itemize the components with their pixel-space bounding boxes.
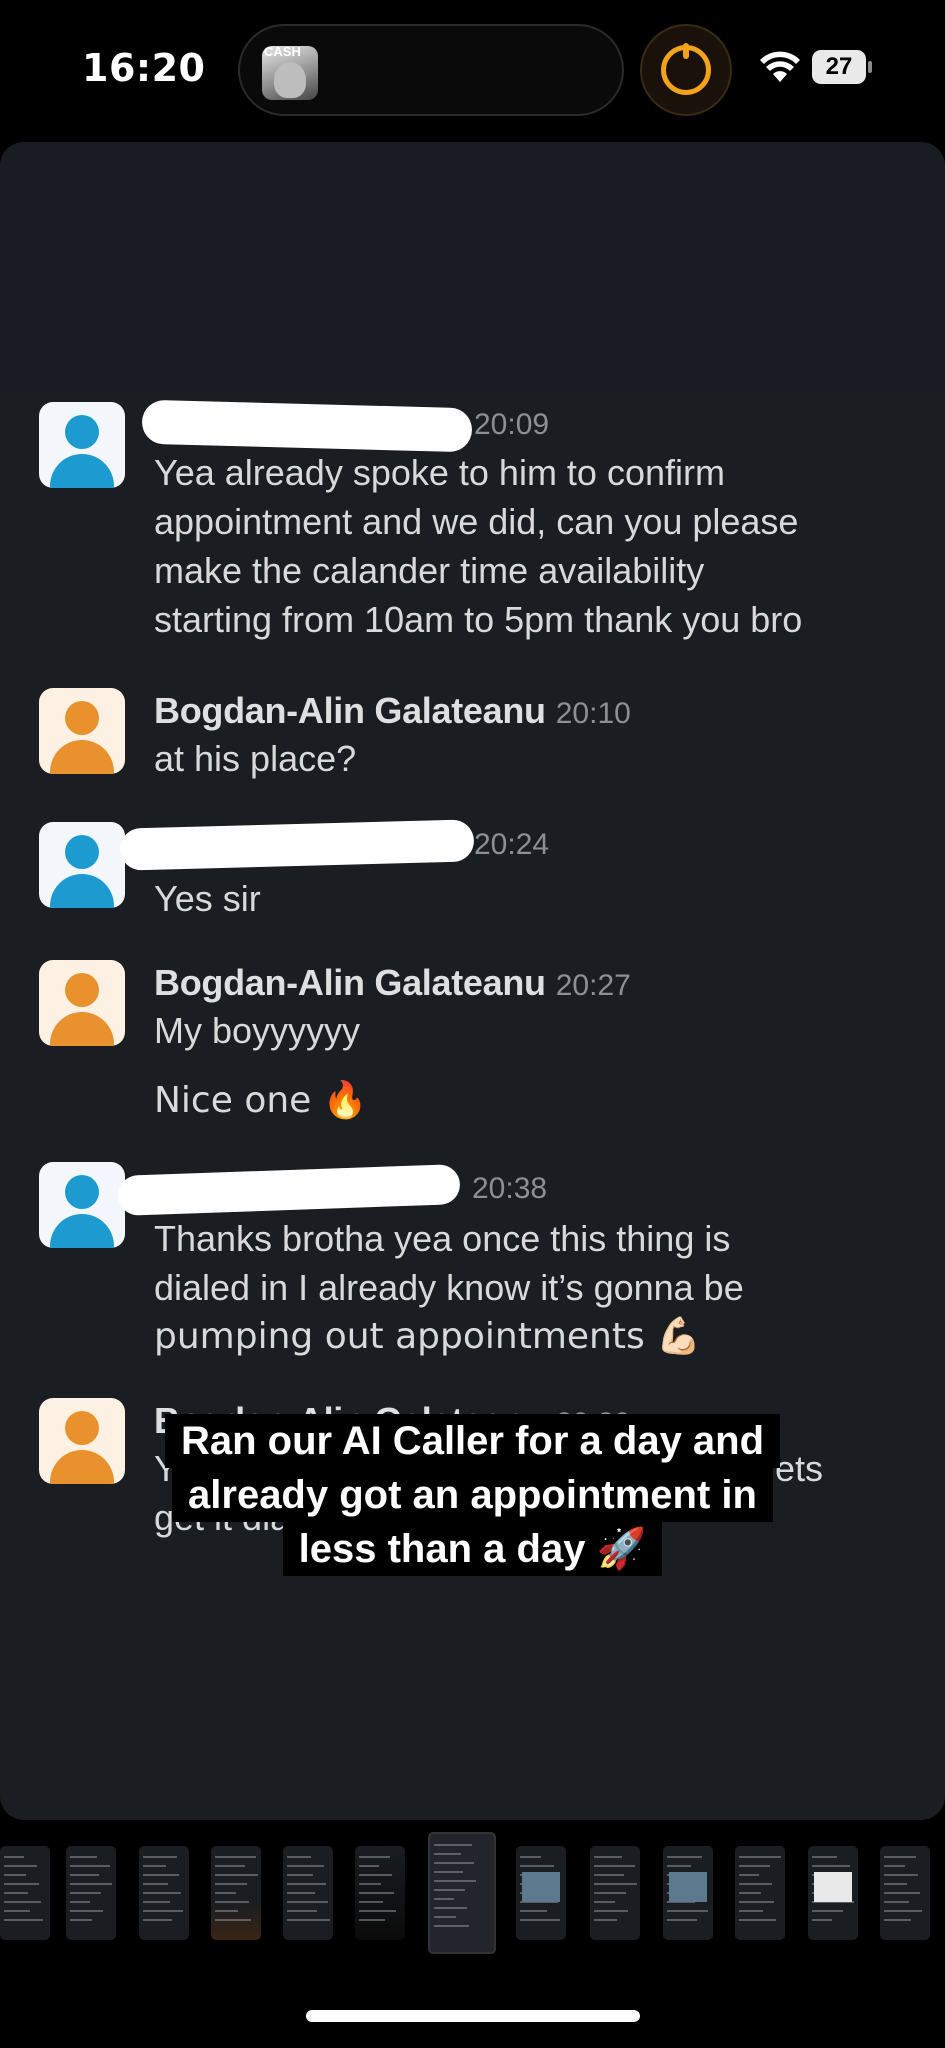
message-text: Thanks brotha yea once this thing is dia… [154, 1218, 744, 1357]
message-meta: Bogdan-Alin Galateanu 20:27 [154, 962, 631, 1006]
message-time: 20:09 [474, 408, 550, 441]
message-time: 20:10 [555, 697, 631, 730]
thumbnail[interactable] [808, 1846, 858, 1940]
thumbnail[interactable] [663, 1846, 713, 1940]
thumbnail[interactable] [211, 1846, 261, 1940]
message-text: Nice one 🔥 [154, 1080, 368, 1121]
home-indicator[interactable] [306, 2010, 640, 2022]
portrait-icon [274, 62, 306, 98]
avatar[interactable] [39, 402, 125, 488]
message-text: Yea already spoke to him to confirm appo… [154, 452, 803, 640]
sender-name[interactable]: Bogdan-Alin Galateanu [154, 962, 546, 1003]
redacted-sender [141, 399, 473, 453]
message-meta: 20:24 [474, 828, 549, 872]
battery-icon: 27 [812, 50, 872, 86]
avatar[interactable] [39, 822, 125, 908]
status-time: 16:20 [82, 46, 206, 90]
thumbnail[interactable] [735, 1846, 785, 1940]
timer-icon[interactable] [640, 24, 732, 116]
avatar[interactable] [39, 688, 125, 774]
now-playing-thumbnail-label: CASH [264, 46, 301, 59]
sheet-header-area [0, 142, 945, 392]
caption-line: less than a day 🚀 [282, 1522, 663, 1576]
message-meta: 20:09 [474, 408, 549, 452]
sender-name[interactable]: Bogdan-Alin Galateanu [154, 690, 546, 731]
thumbnail[interactable] [0, 1846, 50, 1940]
message-time: 20:24 [474, 828, 550, 861]
thumbnail[interactable] [139, 1846, 189, 1940]
message-text: at his place? [154, 738, 357, 779]
avatar[interactable] [39, 1162, 125, 1248]
wifi-icon [760, 51, 800, 82]
caption-line: already got an appointment in [172, 1468, 773, 1522]
battery-level: 27 [812, 50, 866, 84]
thumbnail[interactable] [516, 1846, 566, 1940]
thumbnail[interactable] [66, 1846, 116, 1940]
thumbnail[interactable] [355, 1846, 405, 1940]
message-meta: Bogdan-Alin Galateanu 20:10 [154, 690, 631, 734]
message-text: Yes sir [154, 878, 261, 919]
thumbnail[interactable] [590, 1846, 640, 1940]
redacted-sender [119, 819, 475, 871]
thumbnail[interactable] [283, 1846, 333, 1940]
thumbnail-selected[interactable] [428, 1832, 496, 1954]
avatar[interactable] [39, 960, 125, 1046]
message-text: My boyyyyyy [154, 1010, 361, 1051]
thumbnail[interactable] [880, 1846, 930, 1940]
dynamic-island[interactable]: CASH [238, 24, 624, 116]
message-time: 20:38 [472, 1172, 548, 1205]
story-caption: Ran our AI Caller for a day and already … [0, 1414, 945, 1576]
caption-line: Ran our AI Caller for a day and [164, 1414, 781, 1468]
redacted-sender [117, 1164, 461, 1216]
message-meta: 20:38 [472, 1172, 547, 1216]
message-time: 20:27 [555, 969, 631, 1002]
thumbnail-strip [0, 1832, 945, 1956]
now-playing-thumbnail[interactable]: CASH [262, 46, 318, 100]
status-bar: 16:20 CASH 27 [0, 0, 945, 140]
